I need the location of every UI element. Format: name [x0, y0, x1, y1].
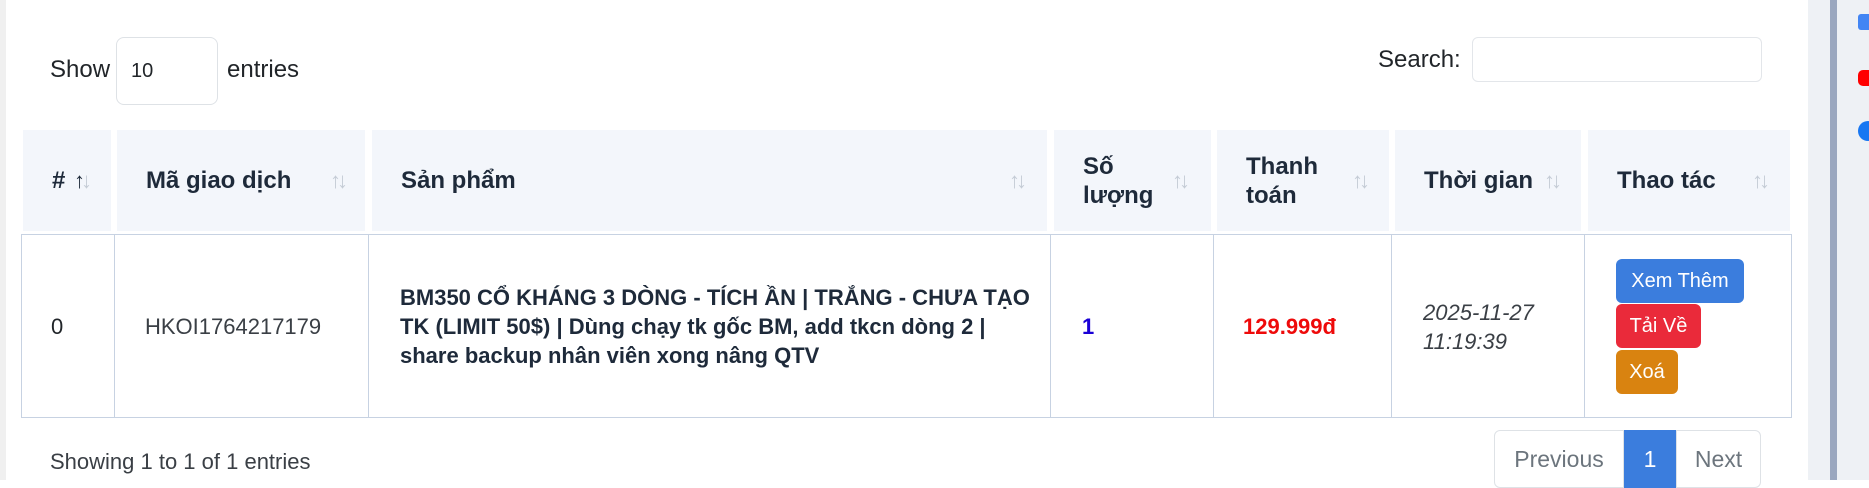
column-divider: [114, 234, 115, 418]
sort-icon: ↑ ↓: [1352, 167, 1370, 193]
column-divider: [1584, 234, 1585, 418]
column-header-label: Mã giao dịch: [146, 167, 292, 194]
column-header-label: Thời gian: [1424, 167, 1534, 194]
view-more-button[interactable]: Xem Thêm: [1616, 259, 1744, 303]
sort-asc-icon: ↑ ↓: [74, 167, 92, 193]
search-input[interactable]: [1472, 37, 1762, 82]
previous-page-button[interactable]: Previous: [1494, 430, 1624, 488]
page-left-edge: [0, 0, 6, 480]
column-header-quantity[interactable]: Số lượng ↑ ↓: [1054, 130, 1211, 231]
column-divider: [368, 234, 369, 418]
column-header-actions[interactable]: Thao tác ↑ ↓: [1588, 130, 1790, 231]
column-header-index[interactable]: # ↑ ↓: [23, 130, 111, 231]
sort-icon: ↑ ↓: [1009, 167, 1027, 193]
column-header-label: Thao tác: [1617, 167, 1716, 194]
page-1-button[interactable]: 1: [1624, 430, 1676, 488]
sidebar-divider: [1830, 0, 1837, 480]
delete-button[interactable]: Xoá: [1616, 350, 1678, 394]
google-icon[interactable]: [1858, 14, 1869, 30]
column-divider: [1213, 234, 1214, 418]
sort-icon: ↑ ↓: [1172, 167, 1190, 193]
facebook-icon[interactable]: [1858, 121, 1869, 141]
column-divider: [1391, 234, 1392, 418]
column-divider: [1050, 234, 1051, 418]
sort-icon: ↑ ↓: [1544, 167, 1562, 193]
column-header-time[interactable]: Thời gian ↑ ↓: [1395, 130, 1581, 231]
row-index: 0: [51, 314, 64, 339]
column-header-payment[interactable]: Thanh toán ↑ ↓: [1217, 130, 1389, 231]
transaction-code: HKOI1764217179: [145, 314, 322, 339]
column-header-product[interactable]: Sản phẩm ↑ ↓: [372, 130, 1047, 231]
table-info: Showing 1 to 1 of 1 entries: [50, 449, 311, 474]
quantity: 1: [1082, 314, 1095, 339]
youtube-icon[interactable]: [1858, 70, 1869, 86]
payment-amount: 129.999đ: [1243, 314, 1336, 339]
sort-icon: ↑ ↓: [330, 167, 348, 193]
download-button[interactable]: Tải Về: [1616, 304, 1701, 348]
entries-per-page-select[interactable]: 10: [116, 37, 218, 105]
column-header-label: Thanh toán: [1246, 152, 1318, 209]
browser-sidebar: [1808, 0, 1869, 480]
column-header-label: #: [52, 167, 66, 194]
next-page-button[interactable]: Next: [1676, 430, 1761, 488]
column-header-label: Sản phẩm: [401, 167, 516, 194]
product-name: BM350 CỔ KHÁNG 3 DÒNG - TÍCH ẦN | TRẮNG …: [400, 285, 1030, 368]
transaction-time: 2025-11-27 11:19:39: [1423, 300, 1534, 354]
sort-icon: ↑ ↓: [1752, 167, 1770, 193]
entries-label: entries: [227, 56, 300, 83]
show-label: Show: [50, 56, 111, 83]
column-header-transaction-code[interactable]: Mã giao dịch ↑ ↓: [117, 130, 365, 231]
column-header-label: Số lượng: [1083, 152, 1154, 209]
search-label: Search:: [1378, 46, 1461, 73]
